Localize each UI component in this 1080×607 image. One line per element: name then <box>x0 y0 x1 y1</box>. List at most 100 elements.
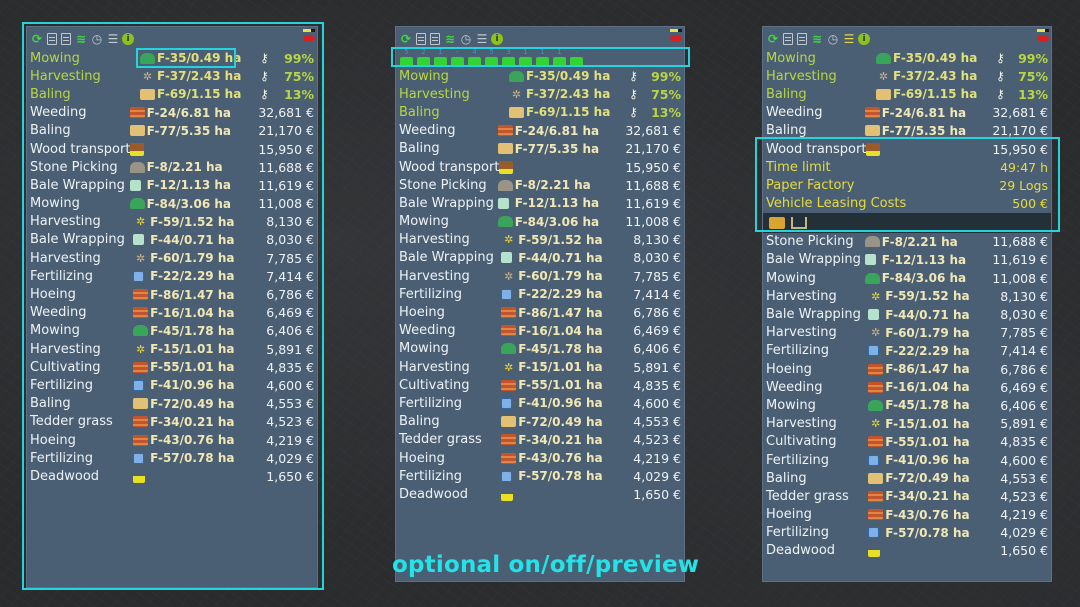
job-row[interactable]: Baling F-77/5.35 ha 21,170 € <box>399 140 681 158</box>
job-row[interactable]: Harvesting ✲ F-60/1.79 ha 7,785 € <box>30 249 314 267</box>
job-row[interactable]: Bale Wrapping F-44/0.71 ha 8,030 € <box>30 231 314 249</box>
job-row[interactable]: Stone Picking F-8/2.21 ha 11,688 € <box>30 158 314 176</box>
clock-icon[interactable]: ◷ <box>90 32 104 46</box>
job-row[interactable]: Fertilizing F-22/2.29 ha 7,414 € <box>399 285 681 303</box>
active-job-row[interactable]: Harvesting ✲ F-37/2.43 ha ⚷ 75% <box>766 67 1048 85</box>
job-row[interactable]: Fertilizing F-41/0.96 ha 4,600 € <box>30 376 314 394</box>
clock-icon[interactable]: ◷ <box>826 32 840 46</box>
job-row[interactable]: Weeding F-16/1.04 ha 6,469 € <box>399 322 681 340</box>
job-row[interactable]: Harvesting ✲ F-59/1.52 ha 8,130 € <box>766 287 1048 305</box>
job-row[interactable]: Hoeing F-43/0.76 ha 4,219 € <box>30 431 314 449</box>
job-row[interactable]: Tedder grass F-34/0.21 ha 4,523 € <box>30 413 314 431</box>
job-row[interactable]: Mowing F-84/3.06 ha 11,008 € <box>399 213 681 231</box>
weeder-icon[interactable]: 1 <box>553 49 566 67</box>
active-job-row[interactable]: Baling F-69/1.15 ha ⚷ 13% <box>30 85 314 103</box>
list-icon[interactable] <box>47 33 57 45</box>
job-row[interactable]: Harvesting ✲ F-60/1.79 ha 7,785 € <box>399 267 681 285</box>
job-row[interactable]: Baling F-72/0.49 ha 4,553 € <box>399 413 681 431</box>
trailer-icon[interactable]: 1 <box>434 49 447 67</box>
job-row[interactable]: Harvesting ✲ F-15/1.01 ha 5,891 € <box>30 340 314 358</box>
eye-icon[interactable] <box>1037 35 1049 42</box>
job-row[interactable]: Mowing F-84/3.06 ha 11,008 € <box>30 195 314 213</box>
tractor-icon[interactable]: 5 <box>400 49 413 67</box>
job-row[interactable]: Harvesting ✲ F-60/1.79 ha 7,785 € <box>766 324 1048 342</box>
job-row[interactable]: Harvesting ✲ F-59/1.52 ha 8,130 € <box>30 213 314 231</box>
mower-icon[interactable]: 4 <box>468 49 481 67</box>
sprayer-icon[interactable]: 5 <box>485 49 498 67</box>
truck-icon[interactable] <box>769 216 785 229</box>
job-row[interactable]: Fertilizing F-57/0.78 ha 4,029 € <box>30 449 314 467</box>
clear-filter-icon[interactable]: ☰ <box>475 32 489 46</box>
list-icon[interactable] <box>783 33 793 45</box>
job-row[interactable]: Hoeing F-43/0.76 ha 4,219 € <box>399 449 681 467</box>
job-row[interactable]: Hoeing F-86/1.47 ha 6,786 € <box>399 303 681 321</box>
clear-filter-icon[interactable]: ☰ <box>106 32 120 46</box>
job-row[interactable]: Weeding F-24/6.81 ha 32,681 € <box>399 122 681 140</box>
job-row[interactable]: Weeding F-24/6.81 ha 32,681 € <box>30 104 314 122</box>
cultivator-icon[interactable]: 3 <box>502 49 515 67</box>
chainsaw-icon[interactable]: 1 <box>536 49 549 67</box>
contract-icon[interactable] <box>797 33 807 45</box>
job-row[interactable]: Mowing F-84/3.06 ha 11,008 € <box>766 269 1048 287</box>
active-job-row[interactable]: Baling F-69/1.15 ha ⚷ 13% <box>399 103 681 121</box>
job-row[interactable]: Baling F-72/0.49 ha 4,553 € <box>30 395 314 413</box>
harvester-icon[interactable]: - <box>451 49 464 67</box>
eye-icon[interactable] <box>303 35 315 42</box>
refresh-icon[interactable]: ⟳ <box>399 32 413 46</box>
eye-icon[interactable] <box>670 35 682 42</box>
job-row[interactable]: Mowing F-45/1.78 ha 6,406 € <box>766 396 1048 414</box>
job-row[interactable]: Tedder grass F-34/0.21 ha 4,523 € <box>766 487 1048 505</box>
job-row[interactable]: Hoeing F-43/0.76 ha 4,219 € <box>766 506 1048 524</box>
job-row[interactable]: Stone Picking F-8/2.21 ha 11,688 € <box>399 176 681 194</box>
job-row[interactable]: Baling F-77/5.35 ha 21,170 € <box>30 122 314 140</box>
job-row[interactable]: Weeding F-24/6.81 ha 32,681 € <box>766 104 1048 122</box>
job-row[interactable]: Wood transport 15,950 € <box>30 140 314 158</box>
job-row[interactable]: Fertilizing F-41/0.96 ha 4,600 € <box>766 451 1048 469</box>
info-icon[interactable]: i <box>858 33 870 45</box>
contract-icon[interactable] <box>61 33 71 45</box>
job-row[interactable]: Harvesting ✲ F-15/1.01 ha 5,891 € <box>766 415 1048 433</box>
info-icon[interactable]: i <box>491 33 503 45</box>
clear-filter-icon[interactable]: ☰ <box>842 32 856 46</box>
log-trailer-icon[interactable] <box>791 216 807 229</box>
job-row[interactable]: Cultivating F-55/1.01 ha 4,835 € <box>766 433 1048 451</box>
loader-icon[interactable]: 2 <box>417 49 430 67</box>
active-job-row[interactable]: Baling F-69/1.15 ha ⚷ 13% <box>766 85 1048 103</box>
seeder-icon[interactable]: - <box>570 49 583 67</box>
job-row[interactable]: Hoeing F-86/1.47 ha 6,786 € <box>30 285 314 303</box>
job-row[interactable]: Fertilizing F-41/0.96 ha 4,600 € <box>399 394 681 412</box>
contract-icon[interactable] <box>430 33 440 45</box>
job-row[interactable]: Fertilizing F-57/0.78 ha 4,029 € <box>766 524 1048 542</box>
job-row[interactable]: Deadwood 1,650 € <box>30 467 314 485</box>
job-row[interactable]: Harvesting ✲ F-15/1.01 ha 5,891 € <box>399 358 681 376</box>
field-icon[interactable]: ≋ <box>810 32 824 46</box>
job-row[interactable]: Fertilizing F-22/2.29 ha 7,414 € <box>766 342 1048 360</box>
job-row[interactable]: Deadwood 1,650 € <box>399 485 681 503</box>
job-row[interactable]: Baling F-77/5.35 ha 21,170 € <box>766 122 1048 140</box>
active-job-row[interactable]: Harvesting ✲ F-37/2.43 ha ⚷ 75% <box>30 67 314 85</box>
job-row[interactable]: Fertilizing F-22/2.29 ha 7,414 € <box>30 267 314 285</box>
job-row[interactable]: Weeding F-16/1.04 ha 6,469 € <box>766 378 1048 396</box>
active-job-row[interactable]: Mowing F-35/0.49 ha ⚷ 99% <box>399 67 681 85</box>
job-row[interactable]: Bale Wrapping F-12/1.13 ha 11,619 € <box>766 251 1048 269</box>
active-job-row[interactable]: Mowing F-35/0.49 ha ⚷ 99% <box>30 49 314 67</box>
job-row[interactable]: Wood transport 15,950 € <box>399 158 681 176</box>
field-icon[interactable]: ≋ <box>74 32 88 46</box>
field-icon[interactable]: ≋ <box>443 32 457 46</box>
job-row[interactable]: Cultivating F-55/1.01 ha 4,835 € <box>30 358 314 376</box>
job-row[interactable]: Bale Wrapping F-12/1.13 ha 11,619 € <box>399 194 681 212</box>
job-row[interactable]: Bale Wrapping F-44/0.71 ha 8,030 € <box>766 305 1048 323</box>
job-row[interactable]: Mowing F-45/1.78 ha 6,406 € <box>30 322 314 340</box>
job-row[interactable]: Harvesting ✲ F-59/1.52 ha 8,130 € <box>399 231 681 249</box>
job-row[interactable]: Fertilizing F-57/0.78 ha 4,029 € <box>399 467 681 485</box>
job-row[interactable]: Weeding F-16/1.04 ha 6,469 € <box>30 304 314 322</box>
job-row[interactable]: Bale Wrapping F-44/0.71 ha 8,030 € <box>399 249 681 267</box>
info-icon[interactable]: i <box>122 33 134 45</box>
refresh-icon[interactable]: ⟳ <box>30 32 44 46</box>
job-row[interactable]: Wood transport 15,950 € <box>766 140 1048 158</box>
baler-icon[interactable]: 1 <box>519 49 532 67</box>
job-row[interactable]: Stone Picking F-8/2.21 ha 11,688 € <box>766 233 1048 251</box>
clock-icon[interactable]: ◷ <box>459 32 473 46</box>
list-icon[interactable] <box>416 33 426 45</box>
refresh-icon[interactable]: ⟳ <box>766 32 780 46</box>
